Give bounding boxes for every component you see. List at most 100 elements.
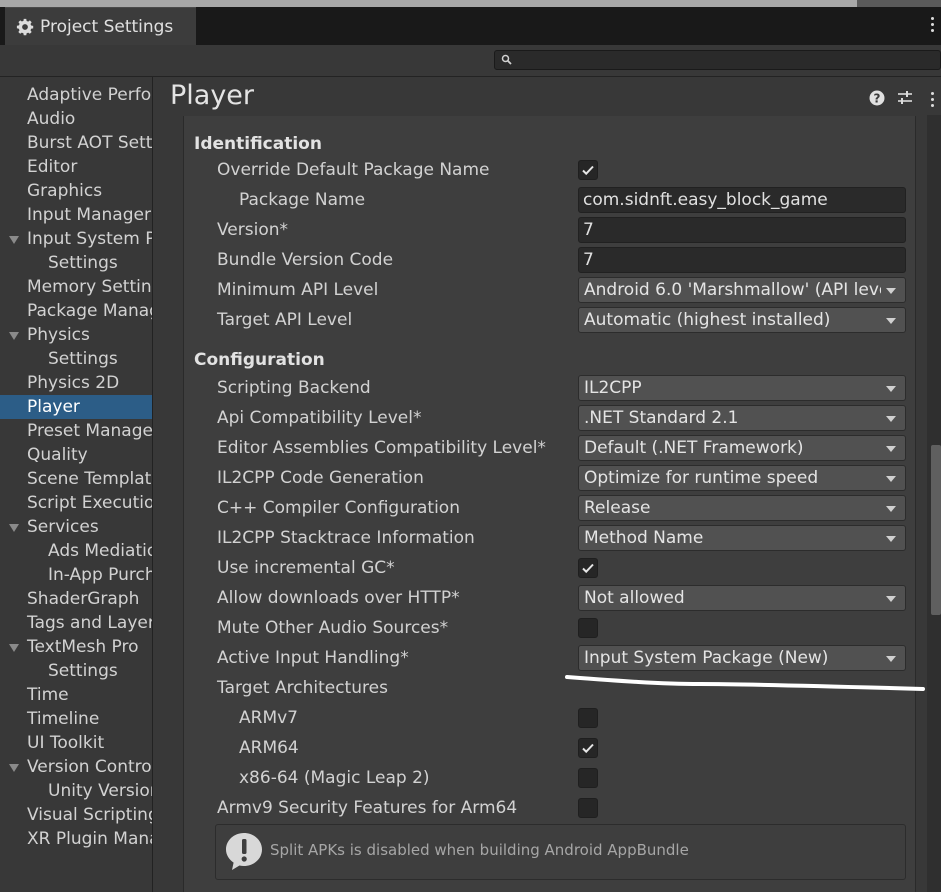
mute-audio-label: Mute Other Audio Sources* — [217, 618, 449, 638]
il2cpp-codegen-dropdown[interactable]: Optimize for runtime speed — [578, 465, 906, 491]
expand-triangle-icon[interactable] — [9, 644, 19, 652]
sidebar-item[interactable]: Physics — [0, 323, 152, 347]
preset-sliders-icon[interactable] — [897, 89, 913, 107]
arm64-label: ARM64 — [239, 738, 299, 758]
sidebar-item[interactable]: Script Execution Order — [0, 491, 152, 515]
sidebar-item-label: Settings — [48, 661, 118, 681]
sidebar-item[interactable]: Editor — [0, 155, 152, 179]
allow-http-label: Allow downloads over HTTP* — [217, 588, 460, 608]
sidebar-item[interactable]: Settings — [0, 659, 152, 683]
expand-triangle-icon[interactable] — [9, 524, 19, 532]
svg-text:?: ? — [874, 92, 881, 106]
player-settings-panel: Player ? Identification Override Default… — [153, 77, 941, 892]
sidebar-item-label: Audio — [27, 109, 76, 129]
sidebar-item[interactable]: Input Manager — [0, 203, 152, 227]
sidebar-item-label: Package Manager — [27, 301, 152, 321]
chevron-down-icon — [886, 596, 896, 602]
il2cpp-stacktrace-dropdown[interactable]: Method Name — [578, 525, 906, 551]
sidebar-item[interactable]: Burst AOT Settings — [0, 131, 152, 155]
sidebar-item[interactable]: Quality — [0, 443, 152, 467]
incremental-gc-checkbox[interactable] — [578, 558, 598, 578]
sidebar-item[interactable]: XR Plugin Management — [0, 827, 152, 851]
sidebar-item[interactable]: Time — [0, 683, 152, 707]
sidebar-item[interactable]: Preset Manager — [0, 419, 152, 443]
active-input-value: Input System Package (New) — [584, 648, 829, 668]
chevron-down-icon — [886, 416, 896, 422]
expand-triangle-icon[interactable] — [9, 764, 19, 772]
sidebar-item[interactable]: Memory Settings — [0, 275, 152, 299]
sidebar-item[interactable]: Version Control — [0, 755, 152, 779]
armv9-checkbox[interactable] — [578, 798, 598, 818]
window-menu-icon[interactable] — [931, 17, 935, 35]
cpp-compiler-value: Release — [584, 498, 651, 518]
sidebar-item[interactable]: Package Manager — [0, 299, 152, 323]
checkmark-icon — [582, 563, 594, 574]
sidebar-item[interactable]: Timeline — [0, 707, 152, 731]
sidebar-item[interactable]: Unity Version Control — [0, 779, 152, 803]
sidebar-item[interactable]: Input System Package — [0, 227, 152, 251]
sidebar-item-label: Graphics — [27, 181, 103, 201]
sidebar-item[interactable]: UI Toolkit — [0, 731, 152, 755]
sidebar-item[interactable]: Scene Template — [0, 467, 152, 491]
section-identification: Identification — [194, 134, 322, 154]
arm64-checkbox[interactable] — [578, 738, 598, 758]
editor-asm-compat-dropdown[interactable]: Default (.NET Framework) — [578, 435, 906, 461]
version-field[interactable]: 7 — [578, 217, 906, 243]
il2cpp-stacktrace-label: IL2CPP Stacktrace Information — [217, 528, 475, 548]
active-input-dropdown[interactable]: Input System Package (New) — [578, 645, 906, 671]
target-api-level-label: Target API Level — [217, 310, 353, 330]
more-options-icon[interactable] — [931, 92, 935, 110]
tab-title: Project Settings — [40, 17, 174, 37]
sidebar-item-label: Tags and Layers — [27, 613, 152, 633]
sidebar-item[interactable]: Player — [0, 395, 152, 419]
vertical-scrollbar[interactable] — [927, 115, 941, 892]
sidebar-item[interactable]: Settings — [0, 251, 152, 275]
scripting-backend-dropdown[interactable]: IL2CPP — [578, 375, 906, 401]
editor-asm-compat-value: Default (.NET Framework) — [584, 438, 804, 458]
sidebar-item-label: TextMesh Pro — [27, 637, 139, 657]
sidebar-item[interactable]: Tags and Layers — [0, 611, 152, 635]
target-api-level-dropdown[interactable]: Automatic (highest installed) — [578, 307, 906, 333]
sidebar-item[interactable]: Settings — [0, 347, 152, 371]
incremental-gc-label: Use incremental GC* — [217, 558, 395, 578]
sidebar-item[interactable]: ShaderGraph — [0, 587, 152, 611]
expand-triangle-icon[interactable] — [9, 332, 19, 340]
help-icon[interactable]: ? — [869, 89, 885, 107]
help-box: Split APKs is disabled when building And… — [215, 824, 906, 880]
api-compat-label: Api Compatibility Level* — [217, 408, 422, 428]
sidebar-item[interactable]: In-App Purchasing — [0, 563, 152, 587]
allow-http-dropdown[interactable]: Not allowed — [578, 585, 906, 611]
bundle-version-code-field[interactable]: 7 — [578, 247, 906, 273]
armv7-checkbox[interactable] — [578, 708, 598, 728]
sidebar-item[interactable]: Physics 2D — [0, 371, 152, 395]
chevron-down-icon — [886, 536, 896, 542]
cpp-compiler-dropdown[interactable]: Release — [578, 495, 906, 521]
sidebar-item[interactable]: TextMesh Pro — [0, 635, 152, 659]
window-top-notch — [857, 0, 941, 7]
expand-triangle-icon[interactable] — [9, 236, 19, 244]
armv9-label: Armv9 Security Features for Arm64 — [217, 798, 518, 818]
sidebar-item-label: Script Execution Order — [27, 493, 152, 513]
search-input[interactable] — [494, 50, 941, 70]
gear-icon — [16, 18, 34, 36]
package-name-field[interactable]: com.sidnft.easy_block_game — [578, 187, 906, 213]
sidebar-item-label: Time — [27, 685, 69, 705]
sidebar-item[interactable]: Services — [0, 515, 152, 539]
override-package-name-checkbox[interactable] — [578, 160, 598, 180]
il2cpp-stacktrace-value: Method Name — [584, 528, 704, 548]
sidebar-item[interactable]: Graphics — [0, 179, 152, 203]
sidebar-item[interactable]: Audio — [0, 107, 152, 131]
tab-project-settings[interactable]: Project Settings — [5, 7, 196, 46]
x86-64-checkbox[interactable] — [578, 768, 598, 788]
chevron-down-icon — [886, 506, 896, 512]
mute-audio-checkbox[interactable] — [578, 618, 598, 638]
sidebar-item[interactable]: Visual Scripting — [0, 803, 152, 827]
active-input-label: Active Input Handling* — [217, 648, 409, 668]
sidebar-item[interactable]: Adaptive Performance — [0, 83, 152, 107]
min-api-level-dropdown[interactable]: Android 6.0 'Marshmallow' (API level 23) — [578, 277, 906, 303]
il2cpp-codegen-label: IL2CPP Code Generation — [217, 468, 424, 488]
scrollbar-thumb[interactable] — [931, 445, 941, 615]
settings-sidebar: Adaptive Performance Audio Burst AOT Setti… — [0, 77, 153, 892]
api-compat-dropdown[interactable]: .NET Standard 2.1 — [578, 405, 906, 431]
sidebar-item[interactable]: Ads Mediation — [0, 539, 152, 563]
